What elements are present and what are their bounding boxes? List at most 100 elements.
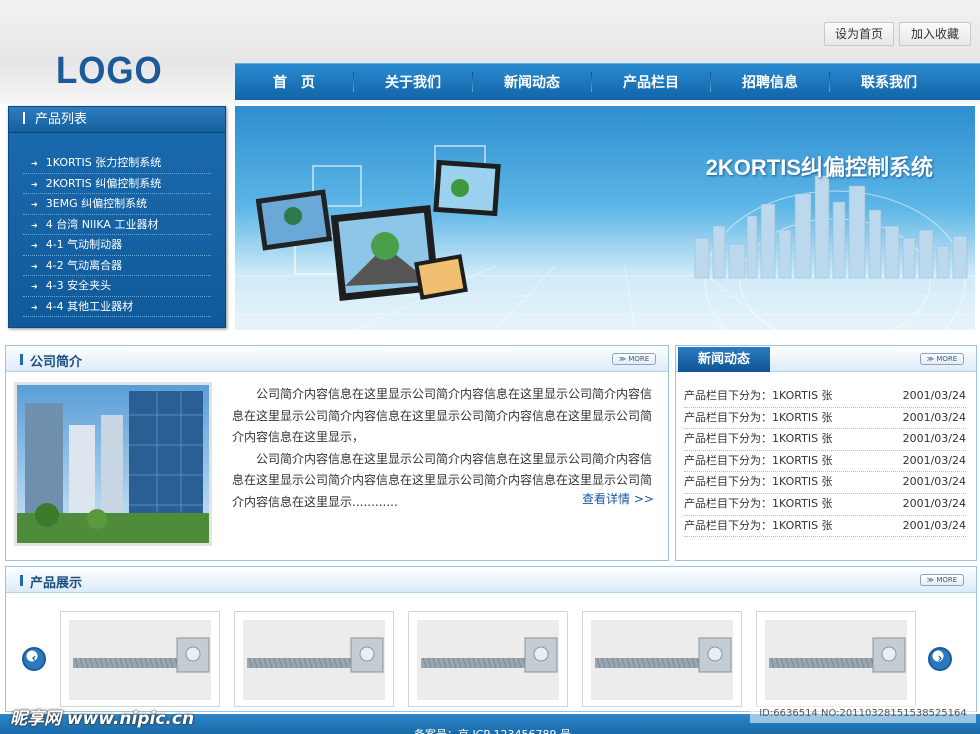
news-item-title: 产品栏目下分为：1KORTIS 张: [684, 518, 833, 532]
news-item-date: 2001/03/24: [902, 475, 966, 489]
company-intro-panel: 公司简介 ≫ MORE 公司简介内容信息在这里显示公司简介内容信息在这里显示公司…: [5, 345, 669, 561]
more-label: MORE: [936, 576, 958, 584]
company-building-image: [14, 382, 212, 546]
showcase-more-button[interactable]: ≫ MORE: [920, 574, 964, 586]
news-item-date: 2001/03/24: [902, 518, 966, 532]
product-image: [69, 620, 211, 700]
arrow-right-icon: ➜: [31, 241, 38, 250]
news-item[interactable]: 产品栏目下分为：1KORTIS 张 2001/03/24: [684, 494, 966, 516]
news-panel: 新闻动态 ≫ MORE 产品栏目下分为：1KORTIS 张 2001/03/24 …: [675, 345, 977, 561]
news-item-title: 产品栏目下分为：1KORTIS 张: [684, 389, 833, 402]
nav-home[interactable]: 首 页: [235, 72, 353, 92]
product-list-item[interactable]: ➜ 4-4 其他工业器材: [23, 297, 211, 317]
news-item-date: 2001/03/24: [902, 432, 966, 446]
header: LOGO 设为首页 加入收藏 首 页 关于我们 新闻动态 产品栏目 招聘信息 联…: [0, 0, 980, 104]
news-item-date: 2001/03/24: [902, 389, 966, 402]
news-item[interactable]: 产品栏目下分为：1KORTIS 张 2001/03/24: [684, 429, 966, 451]
arrow-right-icon: ➜: [31, 200, 38, 209]
nav-about[interactable]: 关于我们: [354, 72, 472, 92]
nav-news[interactable]: 新闻动态: [473, 72, 591, 92]
title-bar-icon: [23, 112, 25, 124]
arrow-right-icon[interactable]: ›: [928, 647, 952, 671]
product-list-item-label: 4-3 安全夹头: [45, 279, 112, 292]
news-item[interactable]: 产品栏目下分为：1KORTIS 张 2001/03/24: [684, 472, 966, 494]
news-item[interactable]: 产品栏目下分为：1KORTIS 张 2001/03/24: [684, 451, 966, 473]
product-list-item-label: 2KORTIS 纠偏控制系统: [45, 176, 162, 190]
building-photo: [17, 385, 209, 543]
product-list-item[interactable]: ➜ 4-1 气动制动器: [23, 235, 211, 256]
product-list-item[interactable]: ➜ 3EMG 纠偏控制系统: [23, 194, 211, 215]
news-list: 产品栏目下分为：1KORTIS 张 2001/03/24 产品栏目下分为：1KOR…: [684, 386, 966, 538]
arrow-right-icon: ➜: [31, 302, 38, 312]
icp-record: 备案号：京 ICP 123456789 号: [414, 726, 571, 734]
news-item-date: 2001/03/24: [902, 453, 966, 467]
news-tab[interactable]: 新闻动态: [678, 347, 770, 372]
product-list-item[interactable]: ➜ 4 台湾 NIIKA 工业器材: [23, 215, 211, 235]
arrow-right-icon: ➜: [31, 220, 38, 230]
product-card[interactable]: [408, 611, 568, 707]
hero-banner: 2KORTIS纠偏控制系统: [235, 106, 975, 330]
banner-title: 2KORTIS纠偏控制系统: [705, 155, 933, 180]
news-more-button[interactable]: ≫ MORE: [920, 353, 964, 365]
news-item-title: 产品栏目下分为：1KORTIS 张: [684, 496, 833, 510]
news-item-title: 产品栏目下分为：1KORTIS 张: [684, 453, 833, 467]
product-list-item[interactable]: ➜ 1KORTIS 张力控制系统: [23, 153, 211, 174]
product-image: [765, 620, 907, 700]
main-nav: 首 页 关于我们 新闻动态 产品栏目 招聘信息 联系我们: [235, 63, 980, 100]
watermark-logo: 昵享网 www.nipic.cn: [10, 709, 195, 729]
product-list: ➜ 1KORTIS 张力控制系统 ➜ 2KORTIS 纠偏控制系统 ➜ 3EMG 纠偏…: [9, 153, 225, 317]
news-header: 新闻动态 ≫ MORE: [676, 346, 976, 372]
product-list-item-label: 1KORTIS 张力控制系统: [45, 156, 162, 169]
news-item-date: 2001/03/24: [902, 410, 966, 424]
banner-illustration: [235, 145, 975, 330]
product-list-item-label: 4 台湾 NIIKA 工业器材: [45, 217, 159, 231]
more-arrows-icon: ≫: [618, 355, 629, 363]
company-intro-title: 公司简介: [19, 351, 82, 370]
nav-jobs[interactable]: 招聘信息: [711, 72, 829, 92]
arrow-right-icon: ➜: [31, 179, 38, 189]
news-item-date: 2001/03/24: [902, 496, 966, 510]
arrow-right-icon: ➜: [31, 282, 38, 291]
more-label: MORE: [628, 355, 650, 363]
news-item[interactable]: 产品栏目下分为：1KORTIS 张 2001/03/24: [684, 516, 966, 538]
set-home-button[interactable]: 设为首页: [824, 22, 894, 46]
news-item[interactable]: 产品栏目下分为：1KORTIS 张 2001/03/24: [684, 386, 966, 408]
nav-contact[interactable]: 联系我们: [830, 72, 948, 92]
news-item-title: 产品栏目下分为：1KORTIS 张: [684, 410, 833, 424]
site-logo[interactable]: LOGO: [56, 50, 163, 93]
arrow-right-icon: ➜: [31, 261, 38, 271]
product-image: [417, 620, 559, 700]
product-list-item-label: 3EMG 纠偏控制系统: [45, 197, 148, 210]
intro-more-button[interactable]: ≫ MORE: [612, 353, 656, 365]
product-card[interactable]: [582, 611, 742, 707]
product-list-title: 产品列表: [35, 112, 88, 127]
product-list-item-label: 4-2 气动离合器: [45, 258, 123, 272]
product-card[interactable]: [756, 611, 916, 707]
intro-paragraph: 公司简介内容信息在这里显示公司简介内容信息在这里显示公司简介内容信息在这里显示公…: [232, 387, 653, 444]
product-carousel: [60, 611, 920, 707]
nav-products[interactable]: 产品栏目: [592, 72, 710, 92]
product-showcase-title: 产品展示: [19, 572, 82, 591]
product-list-panel: 产品列表 ➜ 1KORTIS 张力控制系统 ➜ 2KORTIS 纠偏控制系统 ➜ 3E…: [8, 106, 226, 328]
news-item[interactable]: 产品栏目下分为：1KORTIS 张 2001/03/24: [684, 408, 966, 430]
product-list-item-label: 4-4 其他工业器材: [45, 299, 134, 313]
product-list-item-label: 4-1 气动制动器: [45, 238, 123, 251]
more-arrows-icon: ≫: [926, 576, 937, 584]
arrow-right-icon: ➜: [31, 159, 38, 168]
watermark-id: ID:6636514 NO:20110328151538525164: [750, 705, 976, 723]
view-details-link[interactable]: 查看详情 >>: [582, 490, 654, 507]
add-favorite-button[interactable]: 加入收藏: [899, 22, 971, 46]
product-showcase-header: 产品展示 ≫ MORE: [6, 567, 976, 593]
news-item-title: 产品栏目下分为：1KORTIS 张: [684, 432, 833, 446]
product-list-item[interactable]: ➜ 4-3 安全夹头: [23, 276, 211, 297]
more-label: MORE: [936, 355, 958, 363]
product-list-header: 产品列表: [9, 107, 225, 133]
product-card[interactable]: [60, 611, 220, 707]
product-list-item[interactable]: ➜ 2KORTIS 纠偏控制系统: [23, 174, 211, 194]
product-list-item[interactable]: ➜ 4-2 气动离合器: [23, 256, 211, 276]
more-arrows-icon: ≫: [926, 355, 937, 363]
company-intro-header: 公司简介 ≫ MORE: [6, 346, 668, 372]
product-image: [243, 620, 385, 700]
arrow-left-icon[interactable]: ‹: [22, 647, 46, 671]
product-card[interactable]: [234, 611, 394, 707]
